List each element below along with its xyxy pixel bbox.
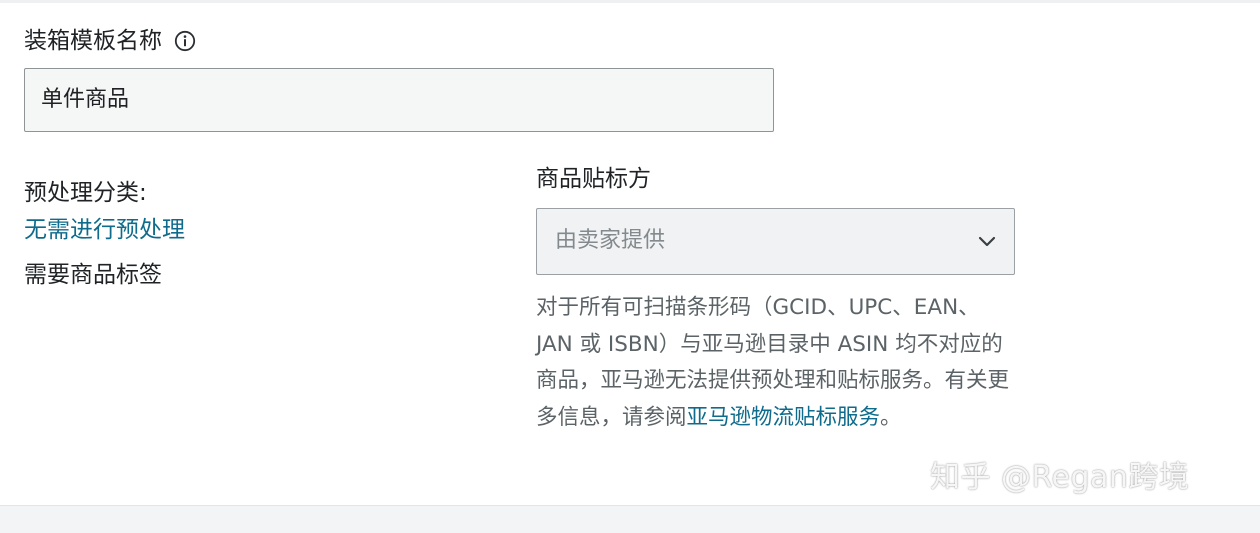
labeling-help-text: 对于所有可扫描条形码（GCID、UPC、EAN、JAN 或 ISBN）与亚马逊目… xyxy=(536,290,1016,436)
prep-category-label: 预处理分类: xyxy=(24,180,147,206)
fba-label-service-link[interactable]: 亚马逊物流贴标服务 xyxy=(687,405,881,430)
box-template-name-text: 装箱模板名称 xyxy=(24,28,162,54)
label-required-text: 需要商品标签 xyxy=(24,262,162,288)
watermark-text: 知乎 @Regan跨境 xyxy=(930,460,1190,495)
label-owner-selected-value: 由卖家提供 xyxy=(555,228,666,253)
label-owner-title: 商品贴标方 xyxy=(536,166,651,192)
box-template-name-label: 装箱模板名称 xyxy=(24,26,196,56)
help-text-end: 。 xyxy=(880,404,902,430)
info-icon[interactable] xyxy=(174,30,196,52)
prep-category-link[interactable]: 无需进行预处理 xyxy=(24,213,185,247)
bottom-divider xyxy=(0,505,1260,533)
box-template-name-input[interactable]: 单件商品 xyxy=(24,68,774,132)
top-edge xyxy=(0,0,1260,3)
chevron-down-icon xyxy=(978,236,996,247)
label-owner-select[interactable]: 由卖家提供 xyxy=(536,208,1015,275)
